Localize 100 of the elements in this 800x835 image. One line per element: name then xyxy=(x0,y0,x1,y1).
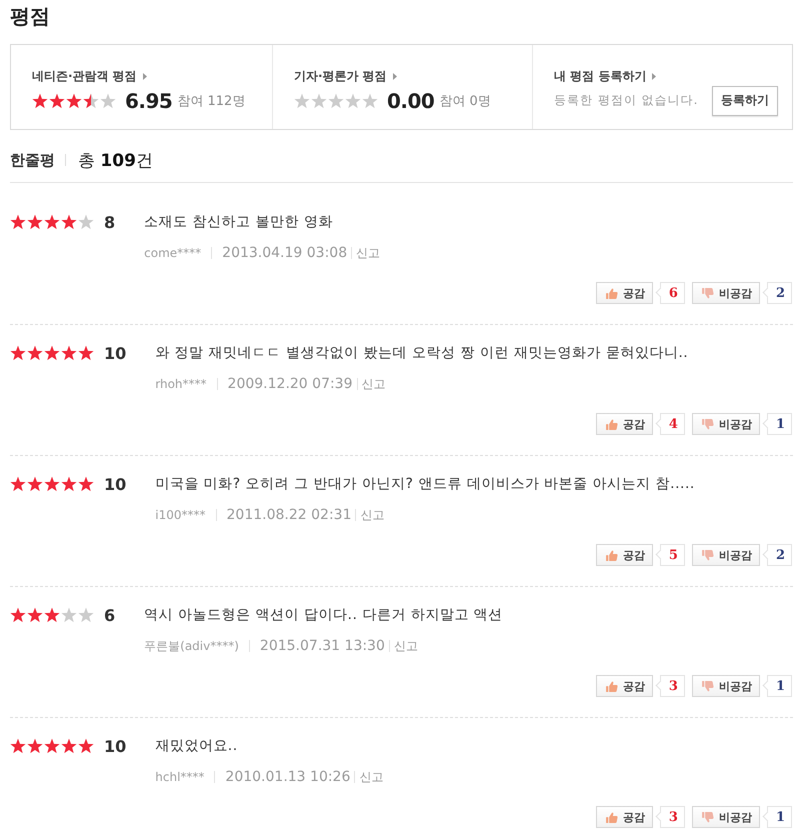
star-icon xyxy=(78,738,94,754)
star-icon xyxy=(10,345,26,361)
star-icon xyxy=(61,345,77,361)
section-title: 평점 xyxy=(10,3,51,30)
review-score: 8 xyxy=(104,212,116,232)
review-text: 역시 아놀드형은 액션이 답이다.. 다른거 하지말고 액션 xyxy=(144,606,503,624)
no-rating-message: 등록한 평점이 없습니다. xyxy=(554,92,698,109)
star-icon xyxy=(294,92,310,108)
review-date: 2011.08.22 02:31 xyxy=(226,507,352,523)
caret-icon xyxy=(652,73,656,80)
review-text: 미국을 미화? 오히려 그 반대가 아닌지? 앤드류 데이비스가 바본줄 아시는지 참..... xyxy=(155,475,695,493)
star-icon xyxy=(27,607,43,623)
average-score: 0.00 xyxy=(387,88,434,112)
star-icon xyxy=(10,738,26,754)
dislike-count: 1 xyxy=(762,413,792,435)
review-score: 10 xyxy=(104,736,126,756)
star-icon xyxy=(78,607,94,623)
review-score: 10 xyxy=(104,474,126,494)
thumbs-up-icon xyxy=(606,550,618,560)
review-score: 6 xyxy=(104,606,116,624)
dislike-button[interactable]: 비공감 xyxy=(692,675,760,697)
review-author: come**** xyxy=(144,246,202,260)
dislike-button[interactable]: 비공감 xyxy=(692,806,760,828)
star-icon xyxy=(44,214,60,230)
like-button[interactable]: 공감 xyxy=(596,806,653,828)
star-icon xyxy=(61,607,77,623)
star-icon xyxy=(44,607,60,623)
summary-link[interactable]: 기자·평론가 평점 xyxy=(294,68,397,84)
review-text: 소재도 참신하고 볼만한 영화 xyxy=(144,213,333,231)
dislike-count: 2 xyxy=(762,282,792,304)
star-icon xyxy=(100,92,116,108)
participant-count: 참여 0명 xyxy=(439,92,491,110)
summary-link[interactable]: 네티즌·관람객 평점 xyxy=(32,68,147,84)
star-icon xyxy=(27,738,43,754)
dislike-button[interactable]: 비공감 xyxy=(692,413,760,435)
review-date: 2013.04.19 03:08 xyxy=(222,245,348,261)
star-icon xyxy=(10,607,26,623)
star-icon xyxy=(78,214,94,230)
star-icon xyxy=(61,738,77,754)
star-icon xyxy=(44,476,60,492)
like-count: 3 xyxy=(654,806,685,828)
review-date: 2009.12.20 07:39 xyxy=(228,376,353,392)
dislike-button[interactable]: 비공감 xyxy=(692,282,760,304)
thumbs-down-icon xyxy=(702,288,714,298)
star-icon xyxy=(83,92,99,108)
like-count: 6 xyxy=(654,282,685,304)
star-icon xyxy=(61,214,77,230)
star-icon xyxy=(44,345,60,361)
star-icon xyxy=(78,476,94,492)
star-icon xyxy=(362,92,378,108)
review-text: 재밌었어요.. xyxy=(155,737,238,755)
star-icon xyxy=(311,92,327,108)
review-date: 2010.01.13 10:26 xyxy=(225,769,350,785)
star-icon xyxy=(32,92,48,108)
star-icon xyxy=(10,476,26,492)
star-icon xyxy=(78,345,94,361)
average-score: 6.95 xyxy=(125,88,172,112)
review-author: i100**** xyxy=(155,508,206,522)
thumbs-up-icon xyxy=(606,680,618,692)
review-score: 10 xyxy=(104,344,126,362)
star-icon xyxy=(345,92,361,108)
like-count: 4 xyxy=(654,413,685,435)
like-button[interactable]: 공감 xyxy=(596,282,653,304)
review-author: hchl**** xyxy=(155,770,204,784)
dislike-count: 2 xyxy=(762,544,792,566)
star-icon xyxy=(49,92,65,108)
caret-icon xyxy=(142,73,147,80)
review-total-count: 총 109건 xyxy=(78,150,153,172)
thumbs-down-icon xyxy=(702,550,714,560)
like-button[interactable]: 공감 xyxy=(596,413,653,435)
reviews-title: 한줄평 xyxy=(10,150,55,170)
register-button[interactable]: 등록하기 xyxy=(712,86,778,116)
star-icon xyxy=(10,214,26,230)
review-text: 와 정말 재밋네ㄷㄷ 별생각없이 봤는데 오락성 짱 이런 재밋는영화가 묻혀있다니.. xyxy=(155,344,688,362)
thumbs-up-icon xyxy=(606,418,618,430)
participant-count: 참여 112명 xyxy=(177,92,246,110)
star-icon xyxy=(27,345,43,361)
thumbs-down-icon xyxy=(702,418,714,430)
like-count: 3 xyxy=(654,675,685,697)
review-date: 2015.07.31 13:30 xyxy=(260,638,385,654)
star-icon xyxy=(44,738,60,754)
thumbs-down-icon xyxy=(702,812,714,822)
star-icon xyxy=(27,214,43,230)
thumbs-up-icon xyxy=(606,812,618,822)
dislike-count: 1 xyxy=(762,806,792,828)
summary-link[interactable]: 내 평점 등록하기 xyxy=(554,68,656,84)
dislike-button[interactable]: 비공감 xyxy=(692,544,760,566)
star-icon xyxy=(27,476,43,492)
star-icon xyxy=(328,92,344,108)
like-button[interactable]: 공감 xyxy=(596,675,653,697)
caret-icon xyxy=(392,73,397,80)
thumbs-down-icon xyxy=(702,680,714,692)
review-author: 푸른불(adiv****) xyxy=(144,638,239,654)
dislike-count: 1 xyxy=(762,675,792,697)
like-button[interactable]: 공감 xyxy=(596,544,653,566)
star-icon xyxy=(61,476,77,492)
like-count: 5 xyxy=(654,544,685,566)
review-author: rhoh**** xyxy=(155,377,207,391)
star-icon xyxy=(66,92,82,108)
thumbs-up-icon xyxy=(606,288,618,298)
